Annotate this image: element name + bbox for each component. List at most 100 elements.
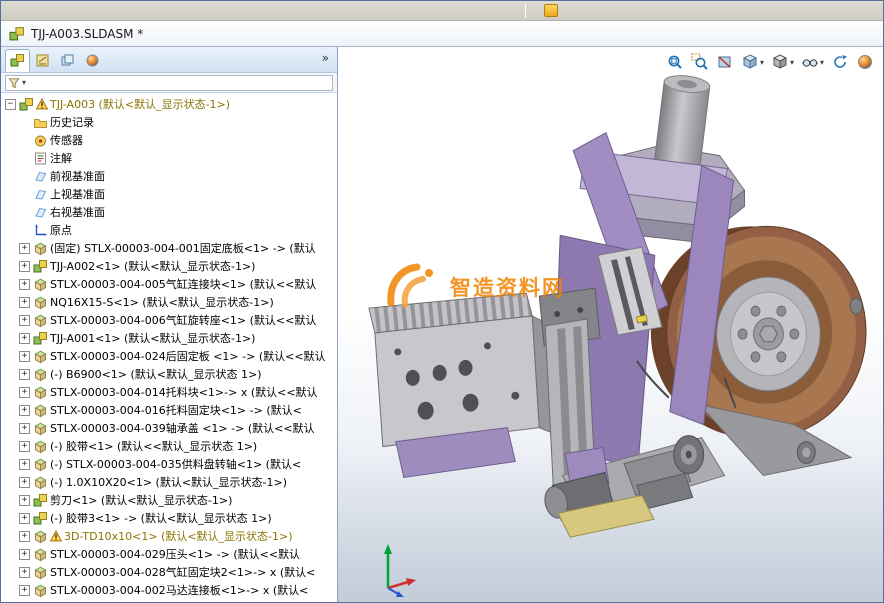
tree-expander[interactable]: + [19,279,30,290]
tree-item[interactable]: +TJJ-A001<1> (默认<默认_显示状态-1>) [1,329,337,347]
tree-item[interactable]: +STLX-00003-004-005气缸连接块<1> (默认<<默认 [1,275,337,293]
tree-item[interactable]: −TJJ-A003 (默认<默认_显示状态-1>) [1,95,337,113]
warning-icon [50,530,62,542]
tree-item[interactable]: +3D-TD10x10<1> (默认<默认_显示状态-1>) [1,527,337,545]
tree-item[interactable]: + (-) STLX-00003-004-035供料盘转轴<1> (默认< [1,455,337,473]
propertymanager-tab[interactable] [30,49,55,72]
view-orientation-icon[interactable]: ▾ [740,52,765,72]
part-icon [33,529,48,544]
part-icon [33,295,48,310]
part-icon [33,439,48,454]
tree-expander[interactable]: + [19,531,30,542]
tree-expander[interactable]: + [19,423,30,434]
tree-item[interactable]: +STLX-00003-004-024后固定板 <1> -> (默认<<默认 [1,347,337,365]
tree-expander[interactable]: + [19,441,30,452]
tree-expander[interactable]: + [19,351,30,362]
tree-item-label: (-) 胶带3<1> -> (默认<默认_显示状态 1>) [50,510,272,526]
assembly-3d-model[interactable] [338,47,883,602]
tree-expander[interactable]: + [19,495,30,506]
part-icon [33,277,48,292]
tree-item-label: (-) STLX-00003-004-035供料盘转轴<1> (默认< [50,456,301,472]
tree-item[interactable]: + (固定) STLX-00003-004-001固定底板<1> -> (默认 [1,239,337,257]
tree-expander[interactable]: + [19,513,30,524]
tree-expander[interactable]: + [19,369,30,380]
tree-expander[interactable]: + [19,585,30,596]
filter-caret-icon[interactable]: ▾ [22,78,26,87]
tree-item[interactable]: + STLX-00003-004-039轴承盖 <1> -> (默认<<默认 [1,419,337,437]
tree-item-label: 注解 [50,150,72,166]
appearance-icon[interactable] [855,52,875,72]
tree-item[interactable]: + STLX-00003-004-002马达连接板<1>-> x (默认< [1,581,337,599]
tree-item[interactable]: +(-) 胶带<1> (默认<<默认_显示状态 1>) [1,437,337,455]
tree-expander[interactable]: + [19,567,30,578]
tree-item[interactable]: + STLX-00003-004-028气缸固定块2<1>-> x (默认< [1,563,337,581]
tree-item[interactable]: + (-) 胶带3<1> -> (默认<默认_显示状态 1>) [1,509,337,527]
part-icon [33,385,48,400]
tree-expander[interactable]: + [19,261,30,272]
tree-item[interactable]: +STLX-00003-004-029压头<1> -> (默认<<默认 [1,545,337,563]
tree-item[interactable]: 前视基准面 [1,167,337,185]
tree-item[interactable]: 原点 [1,221,337,239]
tree-filter-input[interactable]: ▾ [5,75,333,91]
graphics-viewport[interactable]: ▾▾▾ 智造资料网 [338,47,883,602]
tree-item-label: 原点 [50,222,72,238]
warning-icon [36,98,48,110]
yellow-document-icon[interactable] [544,4,558,17]
tree-filter-row: ▾ [1,73,337,93]
featuremanager-tab[interactable] [5,49,30,72]
hide-show-items-icon[interactable]: ▾ [800,52,825,72]
tree-item[interactable]: + TJJ-A002<1> (默认<默认_显示状态-1>) [1,257,337,275]
dropdown-caret-icon[interactable]: ▾ [820,58,824,67]
dropdown-caret-icon[interactable]: ▾ [790,58,794,67]
part-icon [33,313,48,328]
tree-item-label: 前视基准面 [50,168,105,184]
rotate-view-icon[interactable] [830,52,850,72]
tree-expander[interactable]: + [19,333,30,344]
tree-item[interactable]: +STLX-00003-004-006气缸旋转座<1> (默认<<默认 [1,311,337,329]
part-icon [33,475,48,490]
assembly-icon [33,259,48,274]
tree-item-label: STLX-00003-004-028气缸固定块2<1>-> x (默认< [50,564,315,580]
displaymanager-tab[interactable] [80,49,105,72]
panel-overflow-button[interactable]: » [322,51,329,65]
tree-item[interactable]: 传感器 [1,131,337,149]
tree-item[interactable]: +STLX-00003-004-014托料块<1>-> x (默认<<默认 [1,383,337,401]
tree-item[interactable]: 上视基准面 [1,185,337,203]
tree-item-label: (固定) STLX-00003-004-001固定底板<1> -> (默认 [50,240,316,256]
part-icon [33,547,48,562]
zoom-to-area-icon[interactable] [690,52,710,72]
tree-item-label: TJJ-A002<1> (默认<默认_显示状态-1>) [50,258,255,274]
tree-expander[interactable]: + [19,297,30,308]
tree-item[interactable]: +剪刀<1> (默认<默认_显示状态-1>) [1,491,337,509]
section-view-icon[interactable] [715,52,735,72]
sensor-icon [33,133,48,148]
tree-item[interactable]: +NQ16X15-S<1> (默认<默认_显示状态-1>) [1,293,337,311]
tree-expander[interactable]: + [19,243,30,254]
tree-item[interactable]: 注解 [1,149,337,167]
tree-item-label: 右视基准面 [50,204,105,220]
display-style-icon[interactable]: ▾ [770,52,795,72]
orientation-triad [376,538,426,598]
tree-item[interactable]: 右视基准面 [1,203,337,221]
feed-block[interactable] [369,293,554,477]
tree-expander[interactable]: + [19,405,30,416]
tree-expander[interactable]: + [19,459,30,470]
tree-item[interactable]: 历史记录 [1,113,337,131]
tree-expander[interactable]: + [19,315,30,326]
heads-up-view-toolbar: ▾ ▾ ▾ [665,52,875,72]
tree-item-label: STLX-00003-004-002马达连接板<1>-> x (默认< [50,582,308,598]
tree-item[interactable]: +(-) B6900<1> (默认<默认_显示状态 1>) [1,365,337,383]
toolbar-divider [525,3,526,18]
tree-expander[interactable]: + [19,477,30,488]
dropdown-caret-icon[interactable]: ▾ [760,58,764,67]
tree-item[interactable]: +(-) 1.0X10X20<1> (默认<默认_显示状态-1>) [1,473,337,491]
tree-expander[interactable]: − [5,99,16,110]
tree-expander[interactable]: + [19,387,30,398]
tree-item-label: STLX-00003-004-039轴承盖 <1> -> (默认<<默认 [50,420,315,436]
tree-expander[interactable]: + [19,549,30,560]
tree-item[interactable]: +STLX-00003-004-016托料固定块<1> -> (默认< [1,401,337,419]
configurationmanager-tab[interactable] [55,49,80,72]
zoom-to-fit-icon[interactable] [665,52,685,72]
document-titlebar[interactable]: TJJ-A003.SLDASM * [1,21,883,47]
assembly-icon [33,331,48,346]
